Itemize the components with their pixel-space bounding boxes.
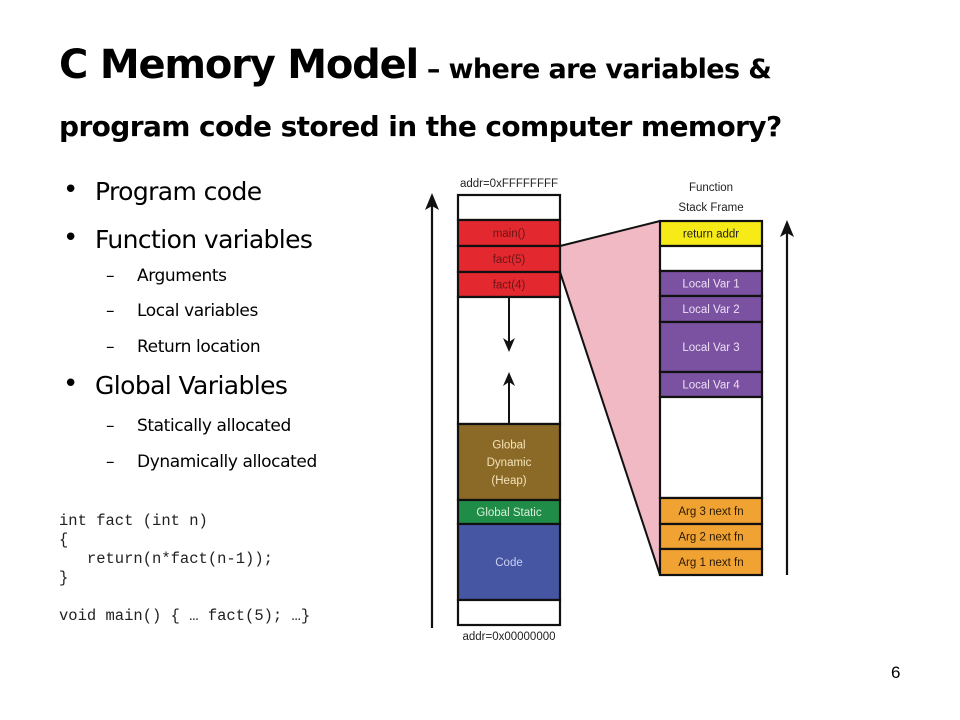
frame-segment: Arg 1 next fn (658, 547, 764, 577)
frame-segment-label: Arg 1 next fn (678, 557, 743, 569)
memory-segment: main() (456, 218, 562, 248)
memory-segment-label: (Heap) (491, 475, 526, 487)
frame-up-arrow-icon (780, 220, 794, 575)
frame-segment-label: Local Var 1 (682, 279, 739, 291)
page-number: 6 (891, 663, 901, 682)
memory-diagram: addr=0xFFFFFFFF addr=0x00000000 main() fa… (425, 178, 794, 643)
memory-segment: fact(5) (456, 244, 562, 274)
memory-segment-label: Global (492, 439, 525, 451)
memory-segment: Code (456, 522, 562, 602)
stack-frame-segments: return addr Local Var 1 Local Var 2 Local V… (658, 219, 764, 577)
addr-top-label: addr=0xFFFFFFFF (460, 178, 558, 190)
frame-segment: Arg 3 next fn (658, 496, 764, 526)
frame-segment (658, 244, 764, 273)
memory-segment: fact(4) (456, 270, 562, 299)
memory-segment-label: Code (495, 557, 523, 569)
frame-segment: Local Var 3 (658, 320, 764, 374)
frame-title-line1: Function (689, 182, 733, 194)
memory-segment-label: main() (493, 228, 526, 240)
memory-segment-label: Global Static (476, 507, 541, 519)
frame-segment-label: Arg 2 next fn (678, 532, 743, 544)
stack-frame-zoom-wedge (559, 220, 661, 576)
frame-segment: Local Var 2 (658, 294, 764, 324)
memory-segment-label: Dynamic (487, 457, 532, 469)
frame-segment-label: Local Var 2 (682, 304, 739, 316)
memory-segment: Global Static (456, 498, 562, 526)
frame-segment (658, 395, 764, 500)
frame-segment-label: Local Var 3 (682, 342, 739, 354)
memory-segment-box (456, 598, 562, 627)
memory-segment: Global Dynamic (Heap) (456, 422, 562, 502)
frame-segment: Local Var 4 (658, 370, 764, 399)
memory-segment-label: fact(4) (493, 280, 526, 292)
memory-segment (456, 193, 562, 222)
addr-bottom-label: addr=0x00000000 (462, 631, 555, 643)
frame-segment: Arg 2 next fn (658, 522, 764, 551)
address-up-arrow-icon (425, 193, 439, 628)
memory-segment-label: fact(5) (493, 254, 526, 266)
memory-segment (456, 598, 562, 627)
frame-segment-label: Arg 3 next fn (678, 506, 743, 518)
frame-title-line2: Stack Frame (678, 202, 743, 214)
frame-segment: Local Var 1 (658, 269, 764, 298)
frame-segment: return addr (658, 219, 764, 248)
memory-segment-box (456, 193, 562, 222)
frame-segment-label: return addr (683, 229, 739, 241)
frame-segment-box (658, 244, 764, 273)
frame-segment-box (658, 395, 764, 500)
frame-segment-label: Local Var 4 (682, 380, 740, 392)
